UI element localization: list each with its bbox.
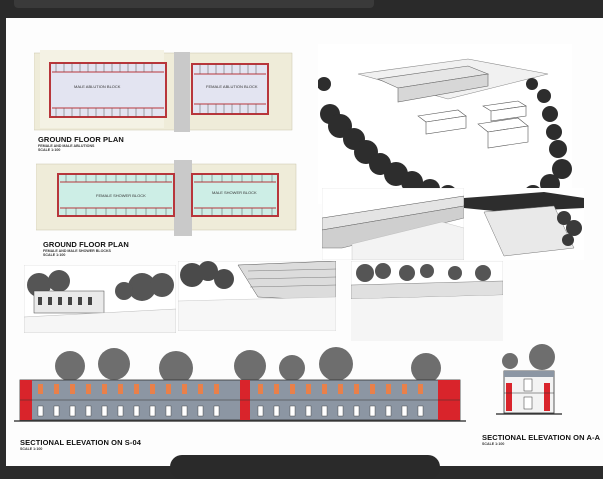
render-courtyard-centre — [178, 261, 336, 331]
drawing-sheet: MALE ABLUTION BLOCK FEMALE ABLUTION BLOC… — [6, 18, 603, 466]
plan-bottom-caption: GROUND FLOOR PLAN FEMALE AND MALE SHOWER… — [43, 240, 129, 258]
elevation-long-caption: SECTIONAL ELEVATION ON S-04 SCALE 1:100 — [20, 438, 141, 451]
sectional-elevation-long — [14, 347, 466, 422]
ground-floor-plan-ablutions: MALE ABLUTION BLOCK FEMALE ABLUTION BLOC… — [34, 50, 293, 132]
site-aerial-view — [318, 44, 572, 204]
render-courtyard-left — [24, 265, 176, 333]
sectional-elevation-a-a — [496, 344, 562, 415]
elevation-aa-scale: SCALE 1:100 — [482, 442, 505, 446]
plan-bottom-scale: SCALE 1:100 — [43, 253, 66, 258]
perspective-walkway — [464, 188, 584, 260]
plan-top-caption: GROUND FLOOR PLAN FEMALE AND MALE ABLUTI… — [38, 135, 124, 153]
ground-floor-plan-showers: FEMALE SHOWER BLOCK MALE SHOWER BLOCK — [36, 160, 297, 236]
elevation-long-scale: SCALE 1:100 — [20, 447, 43, 451]
viewer-title-strip — [14, 0, 374, 8]
plan-top-title: GROUND FLOOR PLAN — [38, 135, 124, 144]
tree-icon — [55, 347, 441, 385]
elevation-aa-caption: SECTIONAL ELEVATION ON A-A SCALE 1:100 — [482, 433, 600, 446]
viewer-bottom-toolbar[interactable] — [170, 455, 440, 479]
elevation-long-title: SECTIONAL ELEVATION ON S-04 — [20, 438, 142, 447]
viewer-top-bar — [0, 0, 603, 18]
plan-top-scale: SCALE 1:100 — [38, 148, 61, 153]
plan-bottom-title: GROUND FLOOR PLAN — [43, 240, 129, 249]
elevation-aa-title: SECTIONAL ELEVATION ON A-A — [482, 433, 601, 442]
plan-top-room-left-label: MALE ABLUTION BLOCK — [74, 84, 121, 89]
plan-bottom-room-right-label: MALE SHOWER BLOCK — [212, 190, 257, 195]
plan-top-room-right-label: FEMALE ABLUTION BLOCK — [206, 84, 258, 89]
plan-bottom-room-left-label: FEMALE SHOWER BLOCK — [96, 193, 146, 198]
perspective-entrance — [322, 188, 464, 260]
render-courtyard-right — [351, 261, 503, 341]
tree-icon — [502, 344, 555, 370]
